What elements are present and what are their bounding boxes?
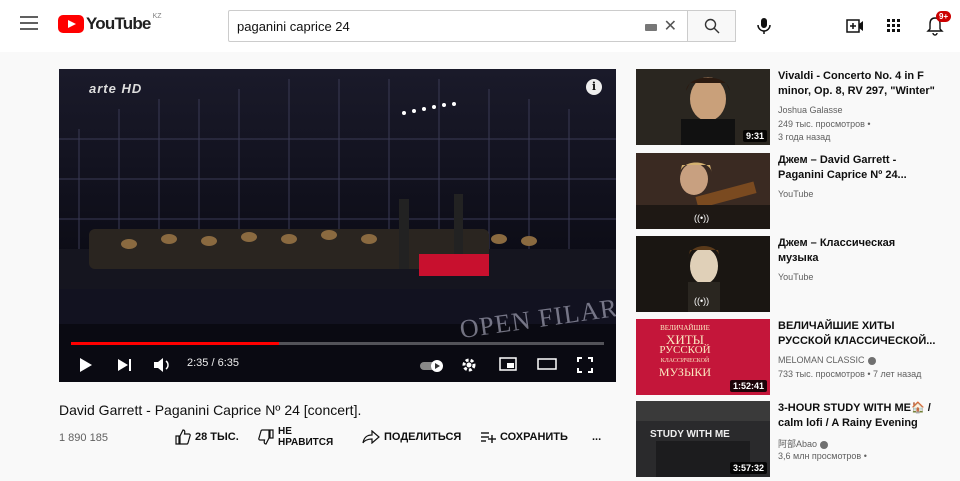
volume-icon[interactable]: [153, 357, 173, 378]
recommendation-views: 733 тыс. просмотров • 7 лет назад: [778, 369, 922, 379]
recommendation-channel[interactable]: 阿部Abao: [778, 437, 829, 450]
verified-icon: [867, 356, 876, 365]
recommendation-title[interactable]: Джем – Классическая музыка: [778, 236, 938, 266]
more-actions-button[interactable]: ...: [592, 424, 601, 450]
dislike-label-line2: НРАВИТСЯ: [278, 437, 334, 448]
video-player[interactable]: arte HD i OPEN FILARMO 2:35 / 6:35: [59, 69, 616, 382]
search-box: ✕: [228, 10, 688, 42]
view-count: 1 890 185: [59, 432, 108, 444]
thumb-text-5: МУЗЫКИ: [658, 365, 712, 379]
recommendation-thumbnail[interactable]: ВЕЛИЧАЙШИЕ ХИТЫ РУССКОЙ КЛАССИЧЕСКОЙ МУЗ…: [636, 319, 770, 395]
recommendation-item[interactable]: 9:31 Vivaldi - Concerto No. 4 in F minor…: [636, 69, 956, 149]
video-title: David Garrett - Paganini Caprice Nº 24 […: [59, 402, 362, 418]
settings-gear-icon[interactable]: [461, 357, 477, 378]
save-playlist-icon: [481, 432, 496, 443]
recommendation-date: 3 года назад: [778, 132, 831, 142]
video-duration: 1:52:41: [729, 380, 767, 392]
autoplay-toggle[interactable]: [419, 359, 445, 378]
thumbs-up-icon: [175, 429, 191, 445]
keyboard-icon[interactable]: [645, 24, 657, 31]
like-count: 28 ТЫС.: [195, 431, 239, 443]
video-duration: 3:57:32: [729, 462, 767, 474]
dislike-label-line1: НЕ: [278, 426, 292, 437]
live-mix-icon: ((•)): [694, 296, 710, 306]
recommendation-channel[interactable]: Joshua Galasse: [778, 105, 843, 115]
create-video-icon[interactable]: [846, 18, 864, 39]
recommendation-item[interactable]: STUDY WITH ME 3:57:32 3-HOUR STUDY WITH …: [636, 401, 956, 481]
time-display: 2:35 / 6:35: [187, 357, 239, 369]
search-icon: [704, 18, 720, 34]
youtube-play-icon: [58, 15, 84, 33]
recommendation-thumbnail[interactable]: ((•)): [636, 153, 770, 229]
recommendation-channel[interactable]: YouTube: [778, 189, 813, 199]
verified-icon: [820, 440, 829, 449]
recommendation-channel[interactable]: MELOMAN CLASSIC: [778, 355, 876, 365]
voice-search-button[interactable]: [752, 14, 776, 38]
logo-text: YouTube: [86, 14, 151, 33]
recommendation-item[interactable]: ВЕЛИЧАЙШИЕ ХИТЫ РУССКОЙ КЛАССИЧЕСКОЙ МУЗ…: [636, 319, 956, 399]
dislike-button[interactable]: НЕ НРАВИТСЯ: [258, 424, 338, 450]
apps-grid-icon[interactable]: [886, 18, 902, 39]
save-label: СОХРАНИТЬ: [500, 431, 568, 443]
live-mix-icon: ((•)): [694, 213, 710, 223]
fullscreen-icon[interactable]: [577, 357, 593, 378]
thumb-text-1: STUDY WITH ME: [650, 429, 730, 440]
player-controls: 2:35 / 6:35: [59, 351, 616, 381]
share-label: ПОДЕЛИТЬСЯ: [384, 431, 462, 443]
top-bar: YouTube KZ ✕ 9+: [0, 0, 960, 52]
thumbs-down-icon: [258, 429, 274, 445]
recommendation-item[interactable]: ((•)) Джем – Классическая музыка YouTube: [636, 236, 956, 316]
search-button[interactable]: [688, 10, 736, 42]
recommendation-thumbnail[interactable]: ((•)): [636, 236, 770, 312]
youtube-logo[interactable]: YouTube KZ: [58, 12, 162, 34]
more-icon: ...: [592, 431, 602, 443]
recommendation-item[interactable]: ((•)) Джем – David Garrett - Paganini Ca…: [636, 153, 956, 233]
clear-search-icon[interactable]: ✕: [664, 16, 677, 36]
recommendation-title[interactable]: ВЕЛИЧАЙШИЕ ХИТЫ РУССКОЙ КЛАССИЧЕСКОЙ...: [778, 319, 938, 349]
share-button[interactable]: ПОДЕЛИТЬСЯ: [362, 424, 461, 450]
progress-fill: [71, 342, 279, 345]
hamburger-menu-icon[interactable]: [20, 16, 38, 30]
next-icon[interactable]: [117, 357, 133, 378]
logo-country: KZ: [152, 12, 162, 20]
recommendation-channel[interactable]: YouTube: [778, 272, 813, 282]
channel-name: MELOMAN CLASSIC: [778, 355, 865, 365]
share-icon: [362, 430, 380, 444]
miniplayer-icon[interactable]: [499, 357, 517, 376]
progress-bar[interactable]: [71, 342, 604, 345]
theater-mode-icon[interactable]: [537, 357, 557, 376]
save-button[interactable]: СОХРАНИТЬ: [480, 424, 568, 450]
thumb-text-3: РУССКОЙ: [659, 344, 711, 356]
like-button[interactable]: 28 ТЫС.: [175, 424, 239, 450]
recommendation-views: 3,6 млн просмотров •: [778, 451, 867, 461]
notification-badge: 9+: [936, 11, 952, 22]
video-duration: 9:31: [742, 130, 767, 142]
recommendation-title[interactable]: 3-HOUR STUDY WITH ME🏠 / calm lofi / A Ra…: [778, 401, 938, 431]
channel-watermark: arte HD: [89, 81, 143, 96]
recommendation-title[interactable]: Vivaldi - Concerto No. 4 in F minor, Op.…: [778, 69, 938, 99]
recommendation-title[interactable]: Джем – David Garrett - Paganini Caprice …: [778, 153, 938, 183]
info-icon[interactable]: i: [586, 79, 602, 95]
microphone-icon: [757, 18, 771, 34]
recommendation-thumbnail[interactable]: 9:31: [636, 69, 770, 145]
play-icon[interactable]: [79, 357, 93, 378]
search-input[interactable]: [229, 18, 629, 34]
channel-name: 阿部Abao: [778, 439, 818, 449]
recommendation-views: 249 тыс. просмотров •: [778, 119, 871, 129]
